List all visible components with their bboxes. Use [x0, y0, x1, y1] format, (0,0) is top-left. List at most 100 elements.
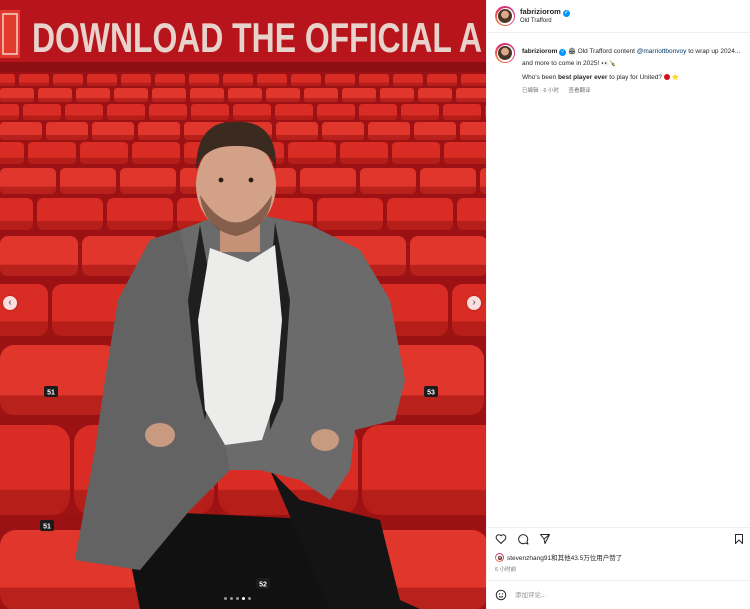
author-avatar[interactable] — [495, 6, 515, 26]
stadium-seat-shadow — [427, 82, 457, 86]
seat-number: 51 — [47, 390, 55, 397]
star-emoji-icon: ⭐ — [671, 75, 680, 81]
stadium-seat-shadow — [322, 134, 364, 140]
stadium-seat-shadow — [288, 157, 336, 164]
stadium-seat-shadow — [191, 115, 229, 120]
seat-number: 52 — [259, 582, 267, 589]
caption-meta: 已编辑 · 6 小时 查看翻译 — [522, 86, 599, 94]
stadium-seat-shadow — [457, 221, 486, 230]
likes-text[interactable]: stevenzhang91和其他43.5万位用户赞了 — [507, 555, 622, 562]
photo-scene: DOWNLOAD THE OFFICIAL A 51 535152 — [0, 0, 486, 609]
smiley-icon[interactable] — [495, 589, 507, 601]
comment-input[interactable] — [515, 589, 695, 602]
carousel-dot — [224, 597, 227, 600]
stadium-seat-shadow — [223, 82, 253, 86]
stadium-seat-shadow — [0, 321, 48, 336]
seat-number: 53 — [427, 390, 435, 397]
stadium-seat-shadow — [80, 157, 128, 164]
stadium-seat-shadow — [401, 115, 439, 120]
stadium-seat-shadow — [392, 157, 440, 164]
stadium-seat-shadow — [340, 157, 388, 164]
stadium-seat-shadow — [76, 98, 110, 102]
stadium-seat-shadow — [342, 98, 376, 102]
stadium-seat-shadow — [121, 82, 151, 86]
stadium-seat-shadow — [304, 98, 338, 102]
stadium-seat-shadow — [0, 489, 70, 515]
stadium-seat-shadow — [19, 82, 49, 86]
stadium-seat-shadow — [461, 82, 486, 86]
stadium-seat-shadow — [92, 134, 134, 140]
stadium-seat-shadow — [418, 98, 452, 102]
stadium-seat-shadow — [0, 134, 42, 140]
heart-icon[interactable] — [495, 533, 507, 545]
stadium-seat-shadow — [360, 186, 416, 194]
stadium-seat-shadow — [114, 98, 148, 102]
stadium-seat-shadow — [275, 115, 313, 120]
caption-text: fabriziorom ✓ 🏟 Old Trafford content @mar… — [522, 46, 744, 70]
stadium-seat-shadow — [452, 321, 486, 336]
stadium-seat-shadow — [380, 98, 414, 102]
eyes-emoji-icon: 👀🍾 — [601, 61, 617, 67]
comment-composer — [487, 580, 750, 609]
stadium-seat-shadow — [37, 221, 103, 230]
bookmark-icon[interactable] — [733, 533, 745, 545]
post-media: DOWNLOAD THE OFFICIAL A 51 53 51 52 ‹ › — [0, 0, 486, 609]
carousel-prev-button[interactable]: ‹ — [3, 296, 17, 310]
carousel-dot — [242, 597, 245, 600]
caption-author-avatar[interactable] — [495, 43, 515, 63]
likes-summary[interactable]: stevenzhang91和其他43.5万位用户赞了 — [495, 552, 622, 562]
stadium-seat-shadow — [149, 115, 187, 120]
stadium-seat-shadow — [414, 134, 456, 140]
post-location[interactable]: Old Trafford — [520, 18, 552, 24]
stadium-seat-shadow — [228, 98, 262, 102]
question-prefix: Who's been — [522, 74, 558, 81]
stadium-seat-shadow — [359, 82, 389, 86]
stadium-seat-shadow — [0, 395, 118, 415]
caption-mention[interactable]: @marriottbonvoy — [637, 48, 687, 55]
stadium-seat-shadow — [190, 98, 224, 102]
stadium-seat-shadow — [23, 115, 61, 120]
banner-text: DOWNLOAD THE OFFICIAL A — [32, 14, 482, 61]
stadium-seat-shadow — [0, 115, 19, 120]
stadium-seat-shadow — [87, 82, 117, 86]
stadium-seat-shadow — [317, 115, 355, 120]
translate-link[interactable]: 查看翻译 — [569, 88, 591, 94]
stadium-seat-shadow — [0, 221, 33, 230]
question-bold: best player ever — [557, 74, 608, 81]
comment-bubble-icon[interactable] — [517, 533, 529, 545]
paper-plane-icon[interactable] — [539, 533, 551, 545]
stadium-seat-shadow — [444, 157, 486, 164]
author-username[interactable]: fabriziorom ✓ — [520, 7, 570, 17]
question-suffix: to play for United? — [607, 74, 664, 81]
post-side-panel: fabriziorom ✓ Old Trafford fabriziorom ✓ 🏟… — [486, 0, 750, 609]
stadium-seat-shadow — [155, 82, 185, 86]
stadium-seat-shadow — [359, 115, 397, 120]
stadium-seat-shadow — [233, 115, 271, 120]
stadium-seat-shadow — [65, 115, 103, 120]
author-username-text[interactable]: fabriziorom — [520, 7, 561, 16]
stadium-seat-shadow — [0, 587, 160, 609]
stadium-seat-shadow — [0, 98, 34, 102]
stadium-seat-shadow — [38, 98, 72, 102]
stadium-seat-shadow — [317, 221, 383, 230]
stadium-seat-shadow — [368, 134, 410, 140]
stadium-seat-shadow — [28, 157, 76, 164]
stadium-seat-shadow — [53, 82, 83, 86]
carousel-dot — [236, 597, 239, 600]
verified-badge-icon: ✓ — [559, 49, 567, 56]
stadium-seat-shadow — [443, 115, 481, 120]
stadium-seat-shadow — [60, 186, 116, 194]
stadium-seat-shadow — [0, 264, 78, 276]
post-time: 6 小时前 — [495, 567, 517, 573]
stadium-seat-shadow — [257, 82, 287, 86]
stadium-seat-shadow — [107, 221, 173, 230]
stadium-seat-shadow — [152, 98, 186, 102]
stadium-seat-shadow — [362, 489, 486, 515]
seat-number: 51 — [43, 524, 51, 531]
caption-username[interactable]: fabriziorom — [522, 48, 557, 55]
carousel-next-button[interactable]: › — [467, 296, 481, 310]
stadium-seat-shadow — [266, 98, 300, 102]
stadium-seat-shadow — [107, 115, 145, 120]
stadium-seat-shadow — [325, 82, 355, 86]
caption-body-1: Old Trafford content — [575, 48, 637, 55]
